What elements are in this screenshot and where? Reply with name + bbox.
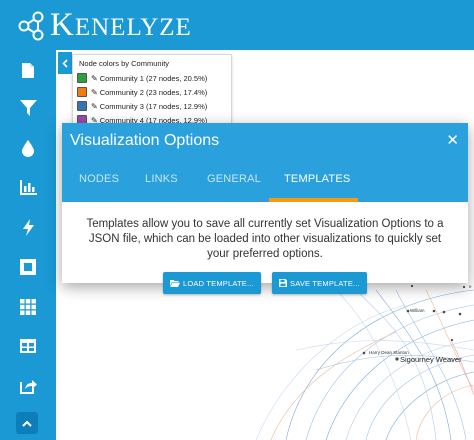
visualization-options-modal: Visualization Options ✕ NODES LINKS GENE… xyxy=(62,123,468,294)
color-swatch[interactable] xyxy=(77,87,87,97)
load-template-label: LOAD TEMPLATE... xyxy=(183,278,254,288)
network-logo-icon xyxy=(18,11,44,41)
color-swatch[interactable] xyxy=(77,101,87,111)
sidebar-item-grid[interactable] xyxy=(0,287,56,327)
legend-item-label: Community 3 (17 nodes, 12.9%) xyxy=(99,101,208,111)
app-header: KENELYZE xyxy=(0,0,474,50)
folder-open-icon xyxy=(170,280,180,287)
legend-collapse-button[interactable] xyxy=(58,52,72,74)
sidebar-collapse-button[interactable] xyxy=(16,412,38,434)
floppy-disk-icon xyxy=(279,279,287,287)
chevron-up-icon xyxy=(22,420,32,427)
pencil-icon[interactable]: ✎ xyxy=(91,74,98,83)
close-icon[interactable]: ✕ xyxy=(446,131,459,149)
legend-item[interactable]: ✎ Community 2 (23 nodes, 17.4%) xyxy=(77,85,227,99)
save-template-label: SAVE TEMPLATE... xyxy=(290,278,360,288)
save-template-button[interactable]: SAVE TEMPLATE... xyxy=(272,272,367,294)
legend-item[interactable]: ✎ Community 1 (27 nodes, 20.5%) xyxy=(77,71,227,85)
modal-body: Templates allow you to save all currentl… xyxy=(62,202,468,283)
bolt-icon xyxy=(22,218,34,236)
node-label-partial: e xyxy=(469,284,472,289)
node-label-william: William xyxy=(410,308,425,313)
legend-item-label: Community 2 (23 nodes, 17.4%) xyxy=(99,87,208,97)
bar-chart-icon xyxy=(19,179,37,195)
sidebar-item-file[interactable] xyxy=(0,50,56,90)
sidebar-item-color[interactable] xyxy=(0,128,56,168)
templates-description: Templates allow you to save all currentl… xyxy=(86,218,444,260)
color-swatch[interactable] xyxy=(77,73,87,83)
load-template-button[interactable]: LOAD TEMPLATE... xyxy=(163,272,261,294)
tab-links[interactable]: LINKS xyxy=(145,171,178,202)
sidebar-item-actions[interactable] xyxy=(0,207,56,247)
modal-title: Visualization Options xyxy=(70,132,220,149)
sidebar-item-crop[interactable] xyxy=(0,247,56,287)
legend-item-label: Community 1 (27 nodes, 20.5%) xyxy=(99,73,208,83)
file-icon xyxy=(22,62,34,78)
legend-panel: Node colors by Community ✎ Community 1 (… xyxy=(72,54,232,134)
tab-nodes[interactable]: NODES xyxy=(79,171,119,202)
legend-item[interactable]: ✎ Community 3 (17 nodes, 12.9%) xyxy=(77,99,227,113)
chevron-left-icon xyxy=(62,58,68,68)
share-icon xyxy=(19,380,37,394)
sidebar-item-filter[interactable] xyxy=(0,88,56,128)
modal-tabs: NODES LINKS GENERAL TEMPLATES xyxy=(62,171,468,202)
modal-header: Visualization Options ✕ NODES LINKS GENE… xyxy=(62,123,468,202)
sidebar-item-share[interactable] xyxy=(0,366,56,406)
sidebar-item-stats[interactable] xyxy=(0,167,56,207)
sidebar-item-table[interactable] xyxy=(0,326,56,366)
legend-title: Node colors by Community xyxy=(79,59,170,68)
crop-icon xyxy=(20,259,36,275)
pencil-icon[interactable]: ✎ xyxy=(91,102,98,111)
sidebar xyxy=(0,50,56,440)
pencil-icon[interactable]: ✎ xyxy=(91,88,98,97)
tab-general[interactable]: GENERAL xyxy=(207,171,261,202)
table-icon xyxy=(20,339,36,353)
brand-name: KENELYZE xyxy=(50,7,192,43)
drop-icon xyxy=(22,139,34,157)
filter-icon xyxy=(19,100,37,116)
node-label-sigourney: Sigourney Weaver xyxy=(400,355,462,364)
grid-icon xyxy=(20,299,36,315)
